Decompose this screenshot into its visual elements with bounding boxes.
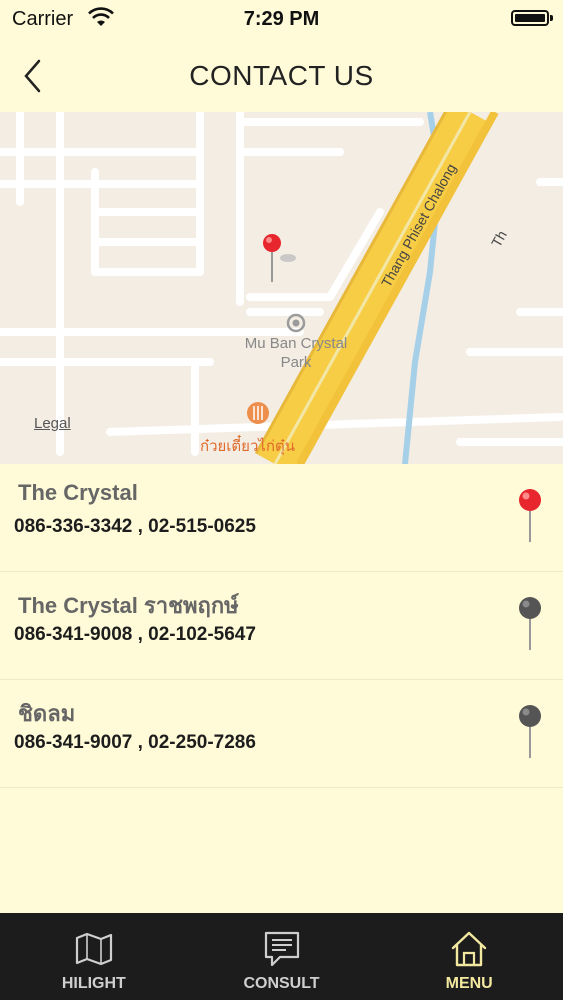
tab-bar: HILIGHT CONSULT MENU: [0, 913, 563, 1000]
location-list: The Crystal 086-336-3342 , 02-515-0625 T…: [0, 464, 563, 788]
location-phones[interactable]: 086-341-9007 , 02-250-7286: [14, 732, 256, 754]
tab-label: MENU: [445, 975, 493, 992]
battery-icon: [511, 10, 553, 26]
map-view[interactable]: Thang Phiset Chalong Th Mu Ban Crystal P…: [0, 112, 563, 464]
secondary-road: [296, 112, 499, 464]
map-pin-icon[interactable]: [516, 488, 544, 544]
location-name: The Crystal ราชพฤกษ์: [18, 593, 239, 618]
map-streets: [0, 112, 563, 456]
poi-label: ก๋วยเตี๋ยวไก่ตุ๋น: [200, 438, 295, 455]
tab-menu[interactable]: MENU: [375, 913, 563, 1000]
place-label: Mu Ban Crystal Park: [244, 335, 348, 371]
nav-bar: CONTACT US: [0, 40, 563, 112]
map-pin-icon[interactable]: [516, 596, 544, 652]
map-graphics: [0, 112, 563, 464]
location-pin-icon[interactable]: [263, 234, 281, 252]
location-item[interactable]: The Crystal ราชพฤกษ์ 086-341-9008 , 02-1…: [0, 572, 563, 680]
clock: 7:29 PM: [243, 8, 320, 30]
map-pin-icon[interactable]: [516, 704, 544, 760]
chat-icon: [264, 931, 299, 967]
map-icon: [75, 932, 112, 966]
status-bar: Carrier 7:29 PM: [0, 0, 563, 40]
page-title: CONTACT US: [189, 60, 374, 91]
tab-consult[interactable]: CONSULT: [188, 913, 376, 1000]
tab-label: HILIGHT: [61, 975, 126, 992]
location-phones[interactable]: 086-341-9008 , 02-102-5647: [14, 624, 256, 646]
location-name: The Crystal: [18, 480, 138, 505]
location-item[interactable]: The Crystal 086-336-3342 , 02-515-0625: [0, 464, 563, 572]
home-icon: [451, 931, 487, 967]
location-name: ชิดลม: [18, 701, 76, 726]
tab-hilight[interactable]: HILIGHT: [0, 913, 188, 1000]
major-road-divider: [273, 112, 472, 464]
tab-label: CONSULT: [243, 975, 320, 992]
location-item[interactable]: ชิดลม 086-341-9007 , 02-250-7286: [0, 680, 563, 788]
location-phones[interactable]: 086-336-3342 , 02-515-0625: [14, 516, 256, 538]
legal-link[interactable]: Legal: [34, 415, 71, 432]
